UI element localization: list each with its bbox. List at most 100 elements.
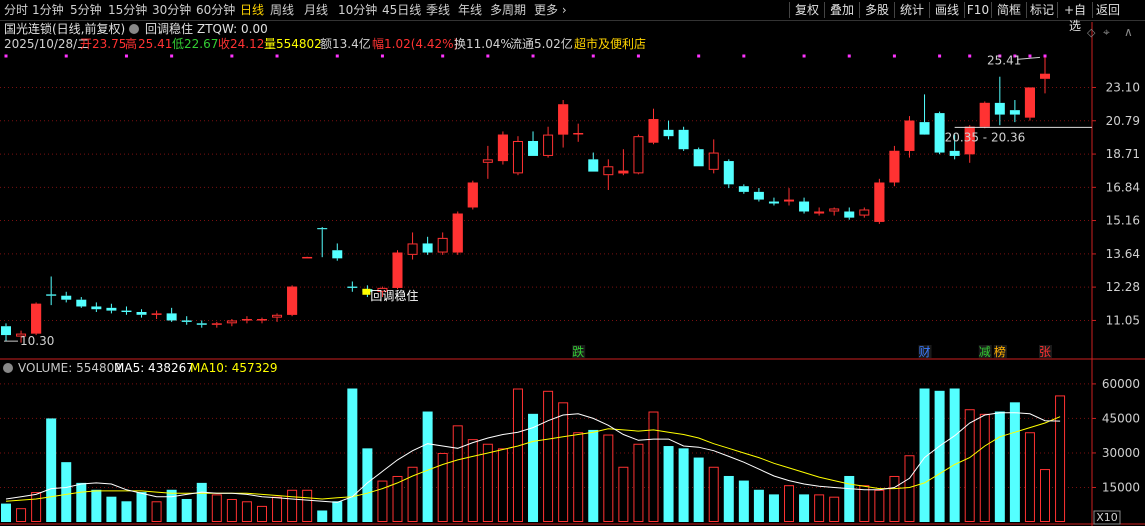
volume-bar-0 bbox=[1, 503, 11, 522]
candle-4 bbox=[61, 291, 72, 303]
change-value: 1.02(4.42%) bbox=[384, 37, 458, 51]
candle-62 bbox=[934, 111, 945, 155]
candle-54 bbox=[814, 207, 825, 216]
signal-dot-9 bbox=[486, 54, 490, 58]
open-label: 开 bbox=[80, 37, 92, 51]
volume-bar-47 bbox=[708, 466, 719, 522]
volume-bar-1 bbox=[16, 508, 27, 523]
signal-dot-6 bbox=[335, 54, 339, 58]
volume-bar-67 bbox=[1009, 402, 1020, 522]
volume-bar-28 bbox=[422, 411, 433, 522]
price-tick-5: 13.64 bbox=[1106, 247, 1140, 261]
amount-value: 13.4亿 bbox=[332, 36, 371, 51]
candle-32 bbox=[482, 145, 493, 179]
high-value: 25.41 bbox=[138, 37, 172, 51]
volume-toggle-icon[interactable] bbox=[3, 363, 13, 373]
price-tick-1: 20.79 bbox=[1106, 114, 1140, 128]
volume-bar-53 bbox=[799, 494, 810, 522]
candle-29 bbox=[437, 232, 448, 255]
price-axis: 23.10 20.79 18.71 16.84 15.16 13.64 12.28 11.05 bbox=[0, 80, 1140, 327]
volume-bar-57 bbox=[859, 485, 870, 522]
candle-43 bbox=[648, 108, 659, 145]
volume-bar-40 bbox=[603, 434, 614, 522]
high-label: 高 bbox=[125, 36, 137, 51]
candle-27 bbox=[407, 232, 418, 260]
signal-dot-3 bbox=[170, 54, 174, 58]
stock-title: 国光连锁(日线,前复权) bbox=[4, 21, 125, 36]
volume-bar-51 bbox=[768, 494, 779, 522]
candle-56 bbox=[844, 207, 855, 220]
candle-3 bbox=[46, 276, 57, 306]
signal-dot-2 bbox=[124, 54, 128, 58]
volume-bar-2 bbox=[31, 492, 42, 523]
volume-bar-59 bbox=[889, 475, 900, 523]
volume-bar-35 bbox=[528, 413, 539, 522]
signal-dot-11 bbox=[591, 54, 595, 58]
candle-23 bbox=[347, 281, 358, 292]
volume-bar-3 bbox=[46, 418, 57, 522]
event-markers: 跌 财 减榜 张 bbox=[572, 344, 1052, 359]
range-label: 20.35 - 20.36 bbox=[945, 130, 1026, 144]
event-label-2: 减 bbox=[979, 345, 991, 359]
candle-9 bbox=[136, 309, 147, 318]
volume-bars bbox=[1, 388, 1066, 523]
volume-bar-7 bbox=[106, 496, 117, 522]
candle-46 bbox=[693, 147, 704, 167]
signal-dot-18 bbox=[938, 54, 942, 58]
volume-bar-6 bbox=[91, 489, 102, 522]
close-value: 24.12 bbox=[230, 37, 264, 51]
indicator-name: 回调稳住 bbox=[145, 21, 193, 36]
candle-26 bbox=[392, 250, 403, 290]
high-price-label: 25.41 bbox=[987, 53, 1021, 67]
price-tick-7: 11.05 bbox=[1106, 313, 1140, 327]
volume-bar-18 bbox=[272, 496, 283, 522]
candle-48 bbox=[723, 159, 734, 189]
diamond-icon[interactable]: ◇ bbox=[1087, 26, 1096, 39]
volume-bar-60 bbox=[904, 455, 915, 522]
candle-19 bbox=[287, 285, 298, 317]
candle-21 bbox=[317, 227, 328, 258]
candle-57 bbox=[859, 207, 870, 218]
volume-bar-4 bbox=[61, 462, 72, 522]
volume-bar-69 bbox=[1040, 469, 1050, 523]
signal-dot-0 bbox=[4, 54, 8, 58]
volume-legend-2: MA10: 457329 bbox=[190, 361, 278, 375]
volume-bar-54 bbox=[814, 494, 825, 522]
candle-45 bbox=[678, 126, 689, 151]
volume-bar-49 bbox=[738, 480, 749, 522]
volume-bar-58 bbox=[874, 489, 885, 522]
candle-0 bbox=[1, 323, 11, 342]
candle-34 bbox=[512, 136, 523, 176]
candle-38 bbox=[573, 123, 584, 142]
volume-bar-55 bbox=[829, 496, 840, 522]
close-label: 收 bbox=[218, 37, 230, 51]
volume-bar-24 bbox=[362, 448, 373, 522]
candle-66 bbox=[994, 76, 1005, 126]
quote-date: 2025/10/28/二 bbox=[4, 37, 89, 51]
signal-dot-10 bbox=[531, 54, 535, 58]
signal-dot-4 bbox=[230, 54, 234, 58]
volume-bar-14 bbox=[211, 494, 222, 522]
candle-47 bbox=[708, 139, 719, 174]
candle-8 bbox=[121, 306, 132, 315]
candle-36 bbox=[543, 126, 554, 158]
candle-49 bbox=[738, 184, 749, 194]
candle-42 bbox=[633, 134, 644, 175]
volume-bar-64 bbox=[964, 409, 975, 523]
volume-tick-3: 15000 bbox=[1102, 480, 1140, 494]
scroll-up-icon[interactable]: ∧ bbox=[1124, 25, 1133, 39]
volume-bar-38 bbox=[573, 432, 584, 522]
candle-53 bbox=[799, 197, 810, 214]
quote-info-line: 2025/10/28/二 开 23.75 高 25.41 低 22.67 收 2… bbox=[4, 36, 646, 51]
candle-68 bbox=[1024, 87, 1035, 121]
candle-67 bbox=[1009, 100, 1020, 123]
signal-dot-13 bbox=[697, 54, 701, 58]
pin-icon[interactable]: ⌖ bbox=[1103, 25, 1110, 39]
volume-header: VOLUME: 554802MA5: 438267MA10: 457329 bbox=[3, 361, 278, 375]
candle-22 bbox=[332, 243, 343, 261]
signal-dot-17 bbox=[892, 54, 896, 58]
volume-value: 554802 bbox=[276, 37, 322, 51]
volume-bar-46 bbox=[693, 457, 704, 522]
indicator-toggle-icon[interactable] bbox=[129, 24, 139, 34]
turnover-label: 换 bbox=[454, 37, 466, 51]
